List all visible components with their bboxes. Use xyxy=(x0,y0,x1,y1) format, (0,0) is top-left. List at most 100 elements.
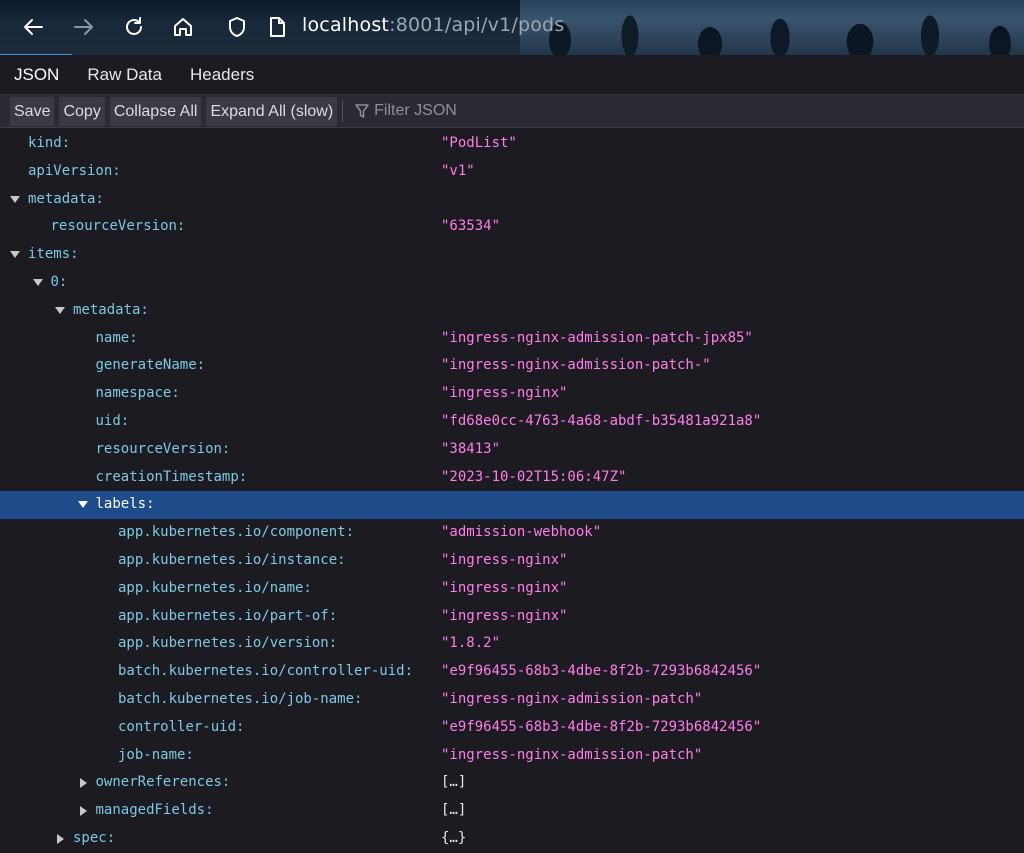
tree-key: job-name: xyxy=(118,746,194,763)
tree-row[interactable]: app.kubernetes.io/version: "1.8.2" xyxy=(0,630,1024,658)
tree-value: "ingress-nginx-admission-patch-" xyxy=(441,357,711,374)
json-tree: kind: "PodList" apiVersion: "v1" metadata: re… xyxy=(0,130,1024,853)
tree-key: resourceVersion: xyxy=(50,218,186,235)
tree-key: app.kubernetes.io/instance: xyxy=(118,551,346,568)
tree-row[interactable]: kind: "PodList" xyxy=(0,130,1024,158)
tree-row[interactable]: namespace: "ingress-nginx" xyxy=(0,380,1024,408)
tree-row[interactable]: resourceVersion: "38413" xyxy=(0,436,1024,464)
tree-value: "ingress-nginx" xyxy=(441,579,568,596)
tab-headers[interactable]: Headers xyxy=(176,56,268,94)
home-icon[interactable] xyxy=(169,13,197,41)
tree-key: namespace: xyxy=(95,385,180,402)
tree-row[interactable]: 0: xyxy=(0,269,1024,297)
save-button[interactable]: Save xyxy=(10,96,55,126)
tree-key: batch.kubernetes.io/job-name: xyxy=(118,690,363,707)
tree-row[interactable]: creationTimestamp: "2023-10-02T15:06:47Z" xyxy=(0,464,1024,492)
tab-json[interactable]: JSON xyxy=(0,56,73,94)
tree-value: "ingress-nginx-admission-patch" xyxy=(441,746,703,763)
tree-row[interactable]: app.kubernetes.io/name: "ingress-nginx" xyxy=(0,575,1024,603)
tree-value: "2023-10-02T15:06:47Z" xyxy=(441,468,627,485)
tree-row[interactable]: apiVersion: "v1" xyxy=(0,158,1024,186)
tree-value: "1.8.2" xyxy=(441,635,501,652)
tree-key: name: xyxy=(95,329,138,346)
toolbar-divider xyxy=(342,100,344,122)
address-bar[interactable]: localhost:8001/api/v1/pods xyxy=(302,14,564,36)
tree-value: "ingress-nginx" xyxy=(441,385,568,402)
tree-key: metadata: xyxy=(73,301,149,318)
back-icon[interactable] xyxy=(19,13,47,41)
tree-row[interactable]: ownerReferences: […] xyxy=(0,769,1024,797)
tree-value: "ingress-nginx-admission-patch" xyxy=(441,690,703,707)
tree-row[interactable]: items: xyxy=(0,241,1024,269)
tree-key: generateName: xyxy=(95,357,206,374)
tree-row[interactable]: labels: xyxy=(0,491,1024,520)
expand-arrow-icon[interactable] xyxy=(10,195,20,203)
tree-row[interactable]: spec: {…} xyxy=(0,825,1024,853)
tree-key: ownerReferences: xyxy=(95,774,231,791)
tree-key: metadata: xyxy=(28,190,104,207)
viewer-tabs: JSON Raw Data Headers xyxy=(0,56,1024,95)
tree-key: labels: xyxy=(95,496,155,513)
browser-toolbar: localhost:8001/api/v1/pods xyxy=(0,0,1024,55)
forward-icon[interactable] xyxy=(70,13,98,41)
tree-value: […] xyxy=(441,774,467,791)
tree-key: batch.kubernetes.io/controller-uid: xyxy=(118,663,414,680)
tree-value: "admission-webhook" xyxy=(441,524,602,541)
tree-row[interactable]: uid: "fd68e0cc-4763-4a68-abdf-b35481a921a… xyxy=(0,408,1024,436)
tree-key: spec: xyxy=(73,829,116,846)
reload-icon[interactable] xyxy=(120,13,148,41)
tree-key: kind: xyxy=(28,135,71,151)
collapse-arrow-icon[interactable] xyxy=(79,778,87,789)
tree-row[interactable]: metadata: xyxy=(0,297,1024,325)
tree-value: "38413" xyxy=(441,440,501,457)
tree-value: "v1" xyxy=(441,162,475,179)
tree-value: {…} xyxy=(441,829,467,846)
filter-placeholder: Filter JSON xyxy=(374,102,457,119)
tree-row[interactable]: app.kubernetes.io/component: "admission-w… xyxy=(0,519,1024,547)
tree-row[interactable]: job-name: "ingress-nginx-admission-patch" xyxy=(0,742,1024,770)
tree-key: apiVersion: xyxy=(28,162,121,179)
tree-value: "ingress-nginx-admission-patch-jpx85" xyxy=(441,329,753,346)
filter-json-input[interactable]: Filter JSON xyxy=(355,102,457,120)
tree-row[interactable]: resourceVersion: "63534" xyxy=(0,213,1024,241)
tree-row[interactable]: metadata: xyxy=(0,186,1024,214)
tree-row[interactable]: app.kubernetes.io/instance: "ingress-ngin… xyxy=(0,547,1024,575)
expand-arrow-icon[interactable] xyxy=(55,306,65,314)
page-icon xyxy=(263,13,291,41)
tree-row[interactable]: managedFields: […] xyxy=(0,797,1024,825)
tree-key: app.kubernetes.io/version: xyxy=(118,635,338,652)
tree-key: controller-uid: xyxy=(118,718,245,735)
url-host: localhost xyxy=(302,14,390,36)
tree-row[interactable]: batch.kubernetes.io/controller-uid: "e9f9… xyxy=(0,658,1024,686)
tree-key: items: xyxy=(28,246,79,263)
tree-value: "fd68e0cc-4763-4a68-abdf-b35481a921a8" xyxy=(441,412,762,429)
tree-key: app.kubernetes.io/component: xyxy=(118,524,355,541)
tree-row[interactable]: generateName: "ingress-nginx-admission-pa… xyxy=(0,352,1024,380)
tree-key: uid: xyxy=(95,412,130,429)
expand-all-button[interactable]: Expand All (slow) xyxy=(206,96,338,126)
tree-key: app.kubernetes.io/part-of: xyxy=(118,607,338,624)
tree-row[interactable]: batch.kubernetes.io/job-name: "ingress-ng… xyxy=(0,686,1024,714)
tree-row[interactable]: controller-uid: "e9f96455-68b3-4dbe-8f2b-… xyxy=(0,714,1024,742)
collapse-arrow-icon[interactable] xyxy=(57,833,64,844)
tree-value: "ingress-nginx" xyxy=(441,551,568,568)
expand-arrow-icon[interactable] xyxy=(77,501,88,509)
tree-value: "e9f96455-68b3-4dbe-8f2b-7293b6842456" xyxy=(441,663,762,680)
tree-value: "ingress-nginx" xyxy=(441,607,568,624)
copy-button[interactable]: Copy xyxy=(59,96,105,126)
tree-row[interactable]: app.kubernetes.io/part-of: "ingress-nginx… xyxy=(0,603,1024,631)
tree-row[interactable]: name: "ingress-nginx-admission-patch-jpx8… xyxy=(0,325,1024,353)
tree-value: "63534" xyxy=(441,218,501,235)
collapse-all-button[interactable]: Collapse All xyxy=(109,96,202,126)
tree-value: "PodList" xyxy=(441,135,517,151)
shield-icon[interactable] xyxy=(223,13,251,41)
tab-raw-data[interactable]: Raw Data xyxy=(73,56,176,94)
url-path: :8001/api/v1/pods xyxy=(389,14,565,36)
tree-key: creationTimestamp: xyxy=(95,468,248,485)
expand-arrow-icon[interactable] xyxy=(10,251,20,259)
tree-key: 0: xyxy=(50,273,68,290)
collapse-arrow-icon[interactable] xyxy=(79,806,87,817)
filter-icon xyxy=(355,103,369,118)
active-tab-indicator xyxy=(0,54,72,55)
expand-arrow-icon[interactable] xyxy=(32,278,43,286)
